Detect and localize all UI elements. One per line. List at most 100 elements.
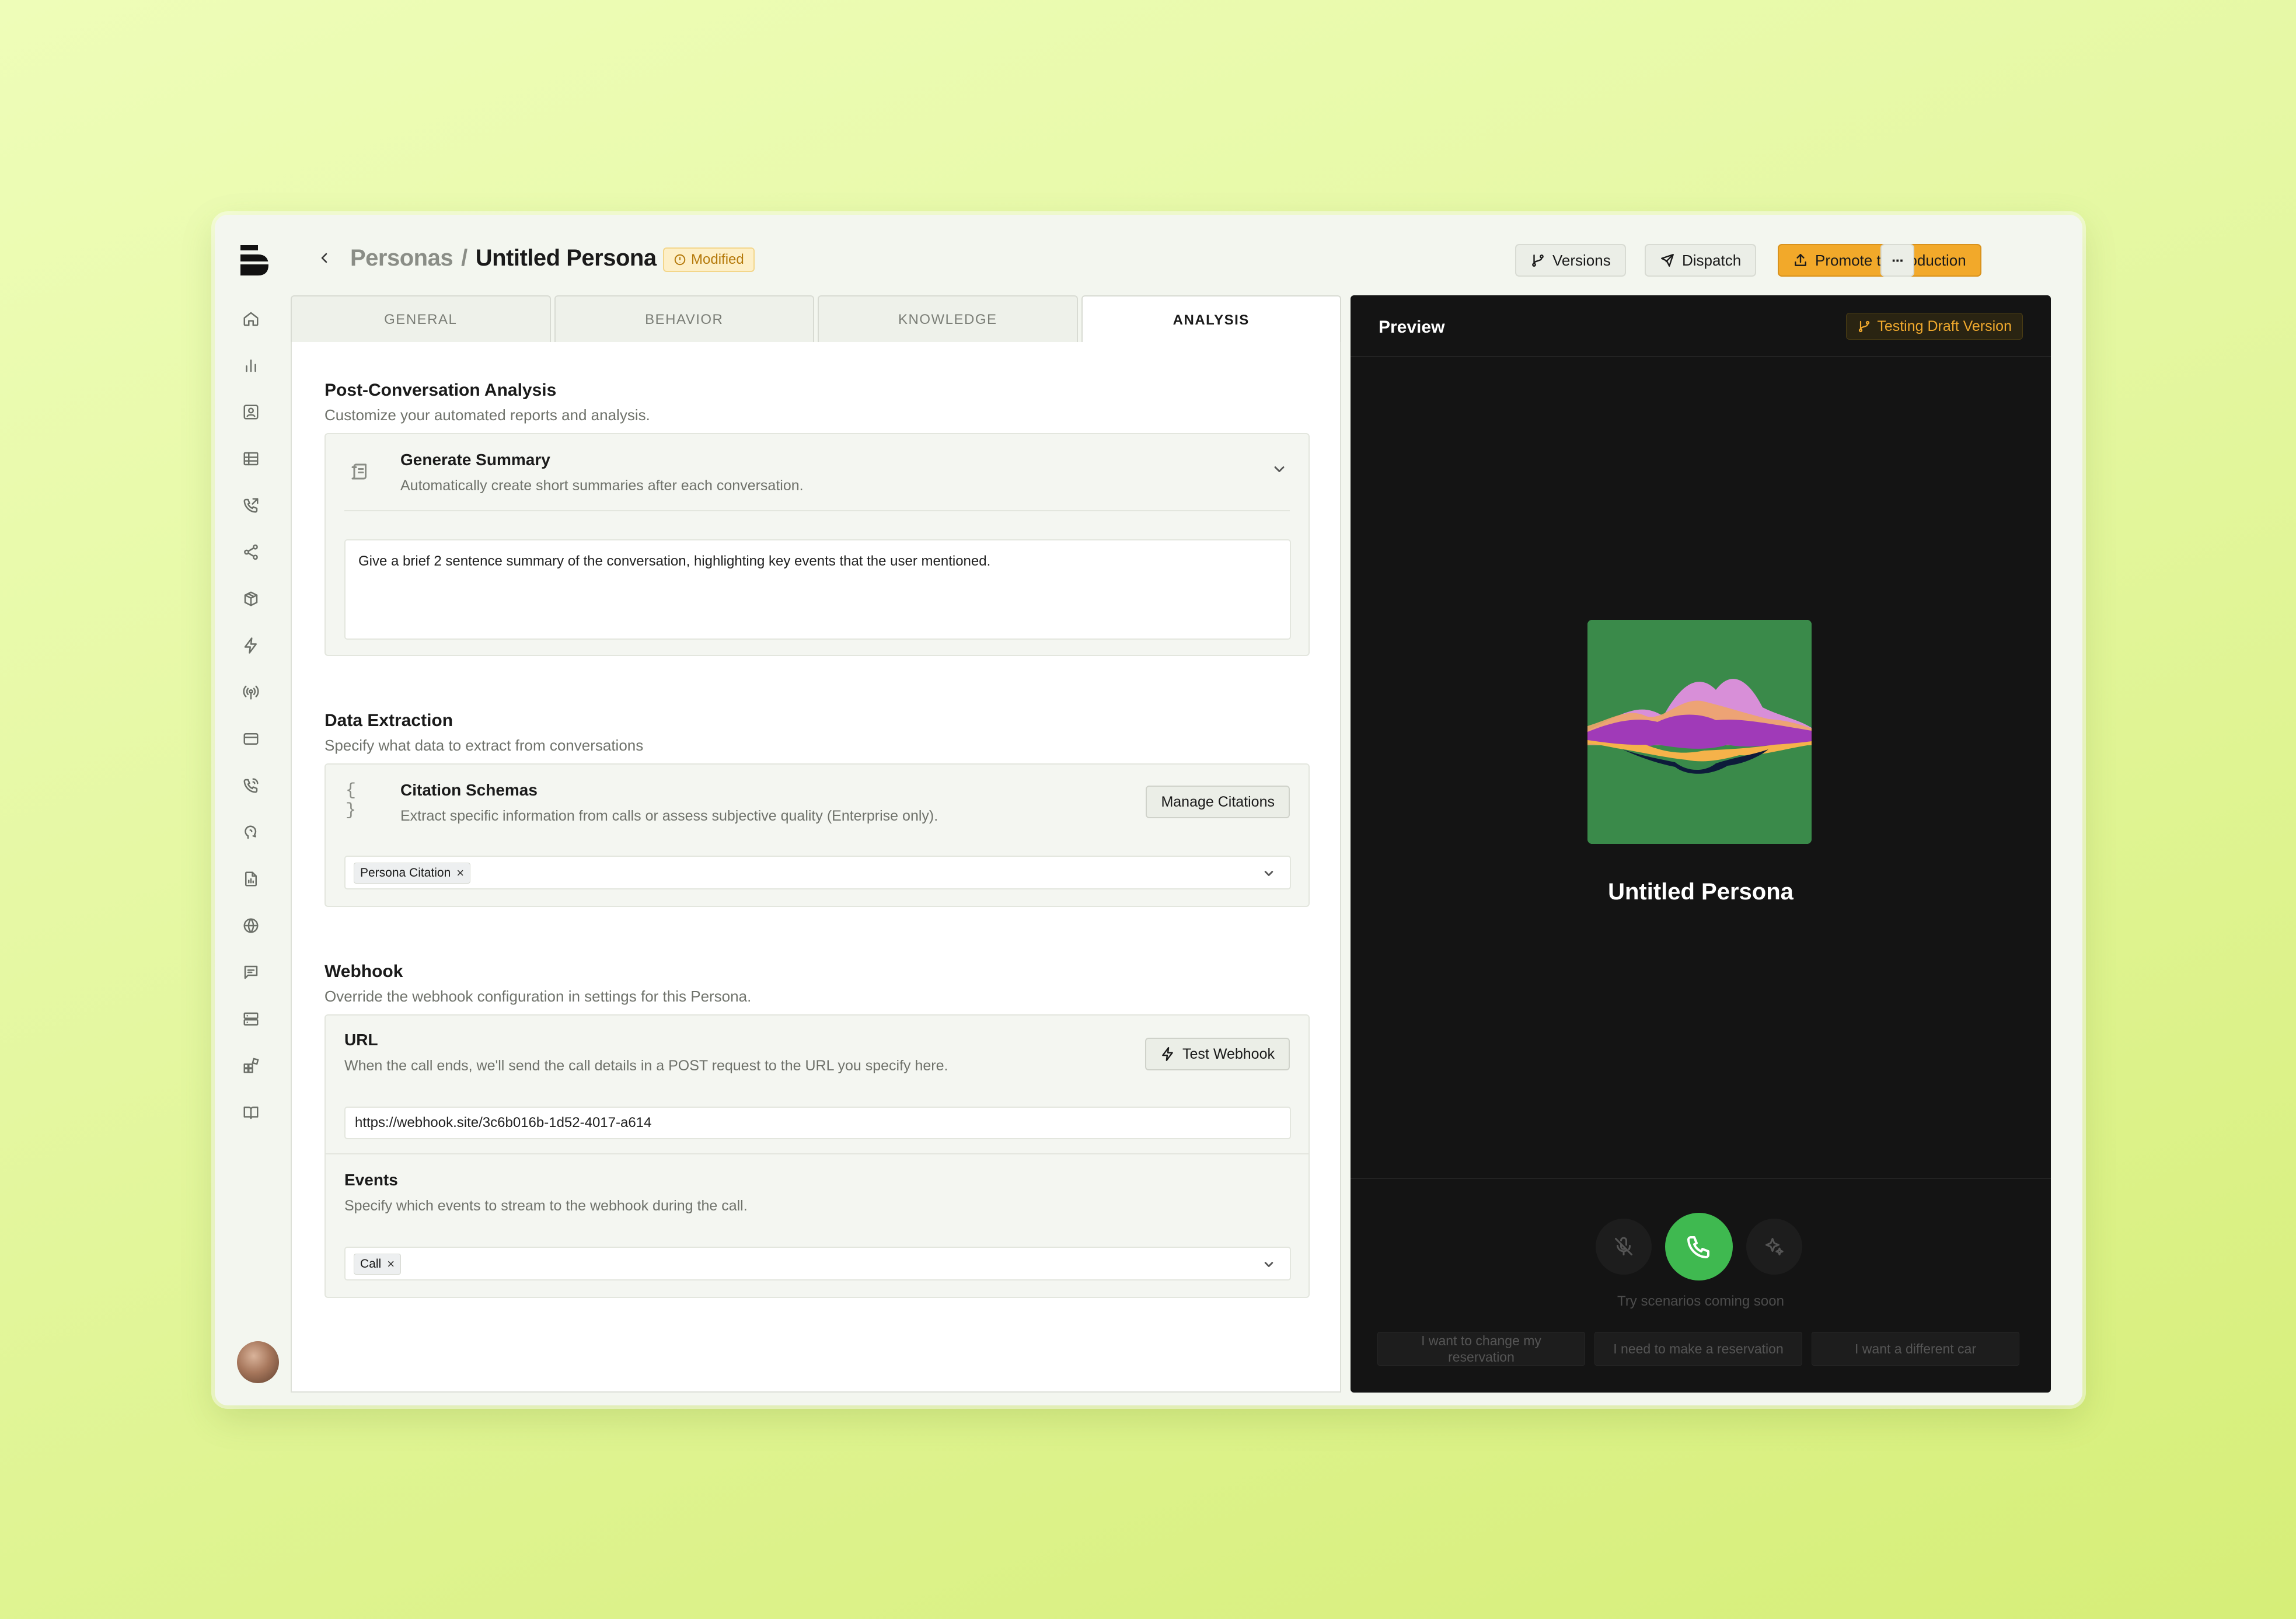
preview-persona-name: Untitled Persona [1608, 879, 1793, 905]
analysis-panel: Post-Conversation Analysis Customize you… [291, 342, 1341, 1393]
summary-prompt-input[interactable] [344, 539, 1291, 640]
promote-to-production-button[interactable]: Promote to Production [1778, 244, 1981, 277]
preview-title: Preview [1379, 317, 1445, 337]
radio-icon[interactable] [239, 681, 263, 704]
dispatch-button[interactable]: Dispatch [1645, 244, 1757, 277]
start-call-button[interactable] [1665, 1213, 1733, 1280]
test-webhook-button[interactable]: Test Webhook [1145, 1038, 1290, 1070]
git-branch-icon [1859, 320, 1870, 333]
webhook-url-title: URL [344, 1031, 378, 1049]
phone-icon[interactable] [239, 774, 263, 797]
globe-icon[interactable] [239, 914, 263, 937]
share-icon[interactable] [239, 540, 263, 564]
persona-artwork [1587, 620, 1812, 844]
more-icon: ··· [1892, 251, 1904, 269]
manage-citations-button[interactable]: Manage Citations [1146, 786, 1290, 818]
more-options-button[interactable]: ··· [1880, 244, 1914, 277]
phone-icon [1687, 1236, 1709, 1258]
avatar[interactable] [237, 1341, 279, 1383]
logo-icon[interactable] [240, 245, 268, 275]
section-subtitle-webhook: Override the webhook configuration in se… [324, 988, 752, 1005]
generate-summary-subtitle: Automatically create short summaries aft… [400, 477, 804, 494]
table-icon[interactable] [239, 447, 263, 470]
generate-summary-card: Generate Summary Automatically create sh… [324, 433, 1310, 656]
credit-card-icon[interactable] [239, 727, 263, 751]
manage-citations-label: Manage Citations [1161, 793, 1275, 810]
chevron-down-icon [1264, 871, 1273, 876]
breadcrumb-personas[interactable]: Personas [350, 245, 453, 271]
divider [1351, 1178, 2051, 1179]
phone-outgoing-icon[interactable] [239, 494, 263, 517]
section-title-webhook: Webhook [324, 962, 403, 981]
contact-icon[interactable] [239, 400, 263, 424]
citation-chip-label: Persona Citation [360, 866, 451, 880]
file-chart-icon[interactable] [239, 867, 263, 891]
chevron-down-icon [1274, 466, 1285, 472]
home-icon[interactable] [239, 307, 263, 330]
testing-draft-badge[interactable]: Testing Draft Version [1846, 313, 2023, 340]
chevron-down-icon [1264, 1262, 1273, 1267]
zap-icon[interactable] [239, 634, 263, 657]
divider [1351, 356, 2051, 357]
remove-chip-icon[interactable]: × [387, 1257, 395, 1272]
divider [326, 1153, 1308, 1154]
divider [344, 510, 1290, 511]
citation-schemas-title: Citation Schemas [400, 781, 538, 799]
sidebar [215, 215, 291, 1405]
speech-icon[interactable] [239, 821, 263, 844]
webhook-url-input[interactable]: https://webhook.site/3c6b016b-1d52-4017-… [344, 1107, 1291, 1139]
section-subtitle-extraction: Specify what data to extract from conver… [324, 737, 644, 754]
citation-schemas-card: { } Citation Schemas Extract specific in… [324, 763, 1310, 907]
tab-behavior[interactable]: BEHAVIOR [554, 295, 814, 343]
event-chip: Call × [354, 1254, 402, 1275]
tab-knowledge[interactable]: KNOWLEDGE [818, 295, 1078, 343]
git-branch-icon [1532, 254, 1544, 267]
scenario-button[interactable]: I want to change my reservation [1377, 1332, 1585, 1366]
webhook-events-subtitle: Specify which events to stream to the we… [344, 1198, 748, 1214]
book-icon[interactable] [239, 1101, 263, 1124]
message-icon[interactable] [239, 961, 263, 984]
mute-button[interactable] [1596, 1219, 1652, 1275]
select-dropdown-toggle[interactable] [1261, 865, 1277, 881]
tab-analysis[interactable]: ANALYSIS [1081, 295, 1341, 344]
server-icon[interactable] [239, 1007, 263, 1031]
section-title-extraction: Data Extraction [324, 711, 453, 730]
webhook-events-title: Events [344, 1171, 398, 1189]
scenarios-note: Try scenarios coming soon [1617, 1293, 1784, 1309]
preview-panel: Preview Testing Draft Version Untitled P… [1351, 295, 2051, 1393]
sparkles-icon [1765, 1238, 1784, 1255]
citation-schemas-subtitle: Extract specific information from calls … [400, 808, 938, 824]
testing-draft-label: Testing Draft Version [1877, 317, 2012, 334]
webhook-events-select[interactable]: Call × [344, 1247, 1291, 1280]
page-title: Untitled Persona [475, 245, 657, 271]
webhook-url-subtitle: When the call ends, we'll send the call … [344, 1058, 948, 1074]
scroll-icon [348, 460, 371, 483]
remove-chip-icon[interactable]: × [456, 866, 464, 881]
tab-bar: GENERAL BEHAVIOR KNOWLEDGE ANALYSIS [291, 295, 1341, 344]
scenario-button[interactable]: I need to make a reservation [1594, 1332, 1802, 1366]
zap-icon [1162, 1046, 1173, 1062]
breadcrumb: Personas / Untitled Persona [350, 245, 657, 271]
scenario-button[interactable]: I want a different car [1812, 1332, 2019, 1366]
webhook-card: URL When the call ends, we'll send the c… [324, 1014, 1310, 1298]
blocks-icon[interactable] [239, 1054, 263, 1077]
citation-schemas-select[interactable]: Persona Citation × [344, 856, 1291, 889]
generate-summary-title: Generate Summary [400, 451, 550, 469]
tab-general[interactable]: GENERAL [291, 295, 551, 343]
citation-chip: Persona Citation × [354, 863, 471, 884]
back-button[interactable] [313, 246, 336, 270]
section-title-analysis: Post-Conversation Analysis [324, 381, 557, 400]
dispatch-label: Dispatch [1682, 251, 1742, 269]
collapse-summary-toggle[interactable] [1271, 461, 1287, 477]
breadcrumb-separator: / [461, 245, 467, 271]
chevron-left-icon [321, 253, 327, 263]
versions-label: Versions [1552, 251, 1611, 269]
section-subtitle-analysis: Customize your automated reports and ana… [324, 406, 650, 424]
bar-chart-icon[interactable] [239, 354, 263, 377]
send-icon [1661, 254, 1674, 267]
versions-button[interactable]: Versions [1515, 244, 1626, 277]
mic-off-icon [1615, 1237, 1632, 1255]
package-icon[interactable] [239, 587, 263, 610]
ai-assist-button[interactable] [1746, 1219, 1802, 1275]
select-dropdown-toggle[interactable] [1261, 1256, 1277, 1272]
